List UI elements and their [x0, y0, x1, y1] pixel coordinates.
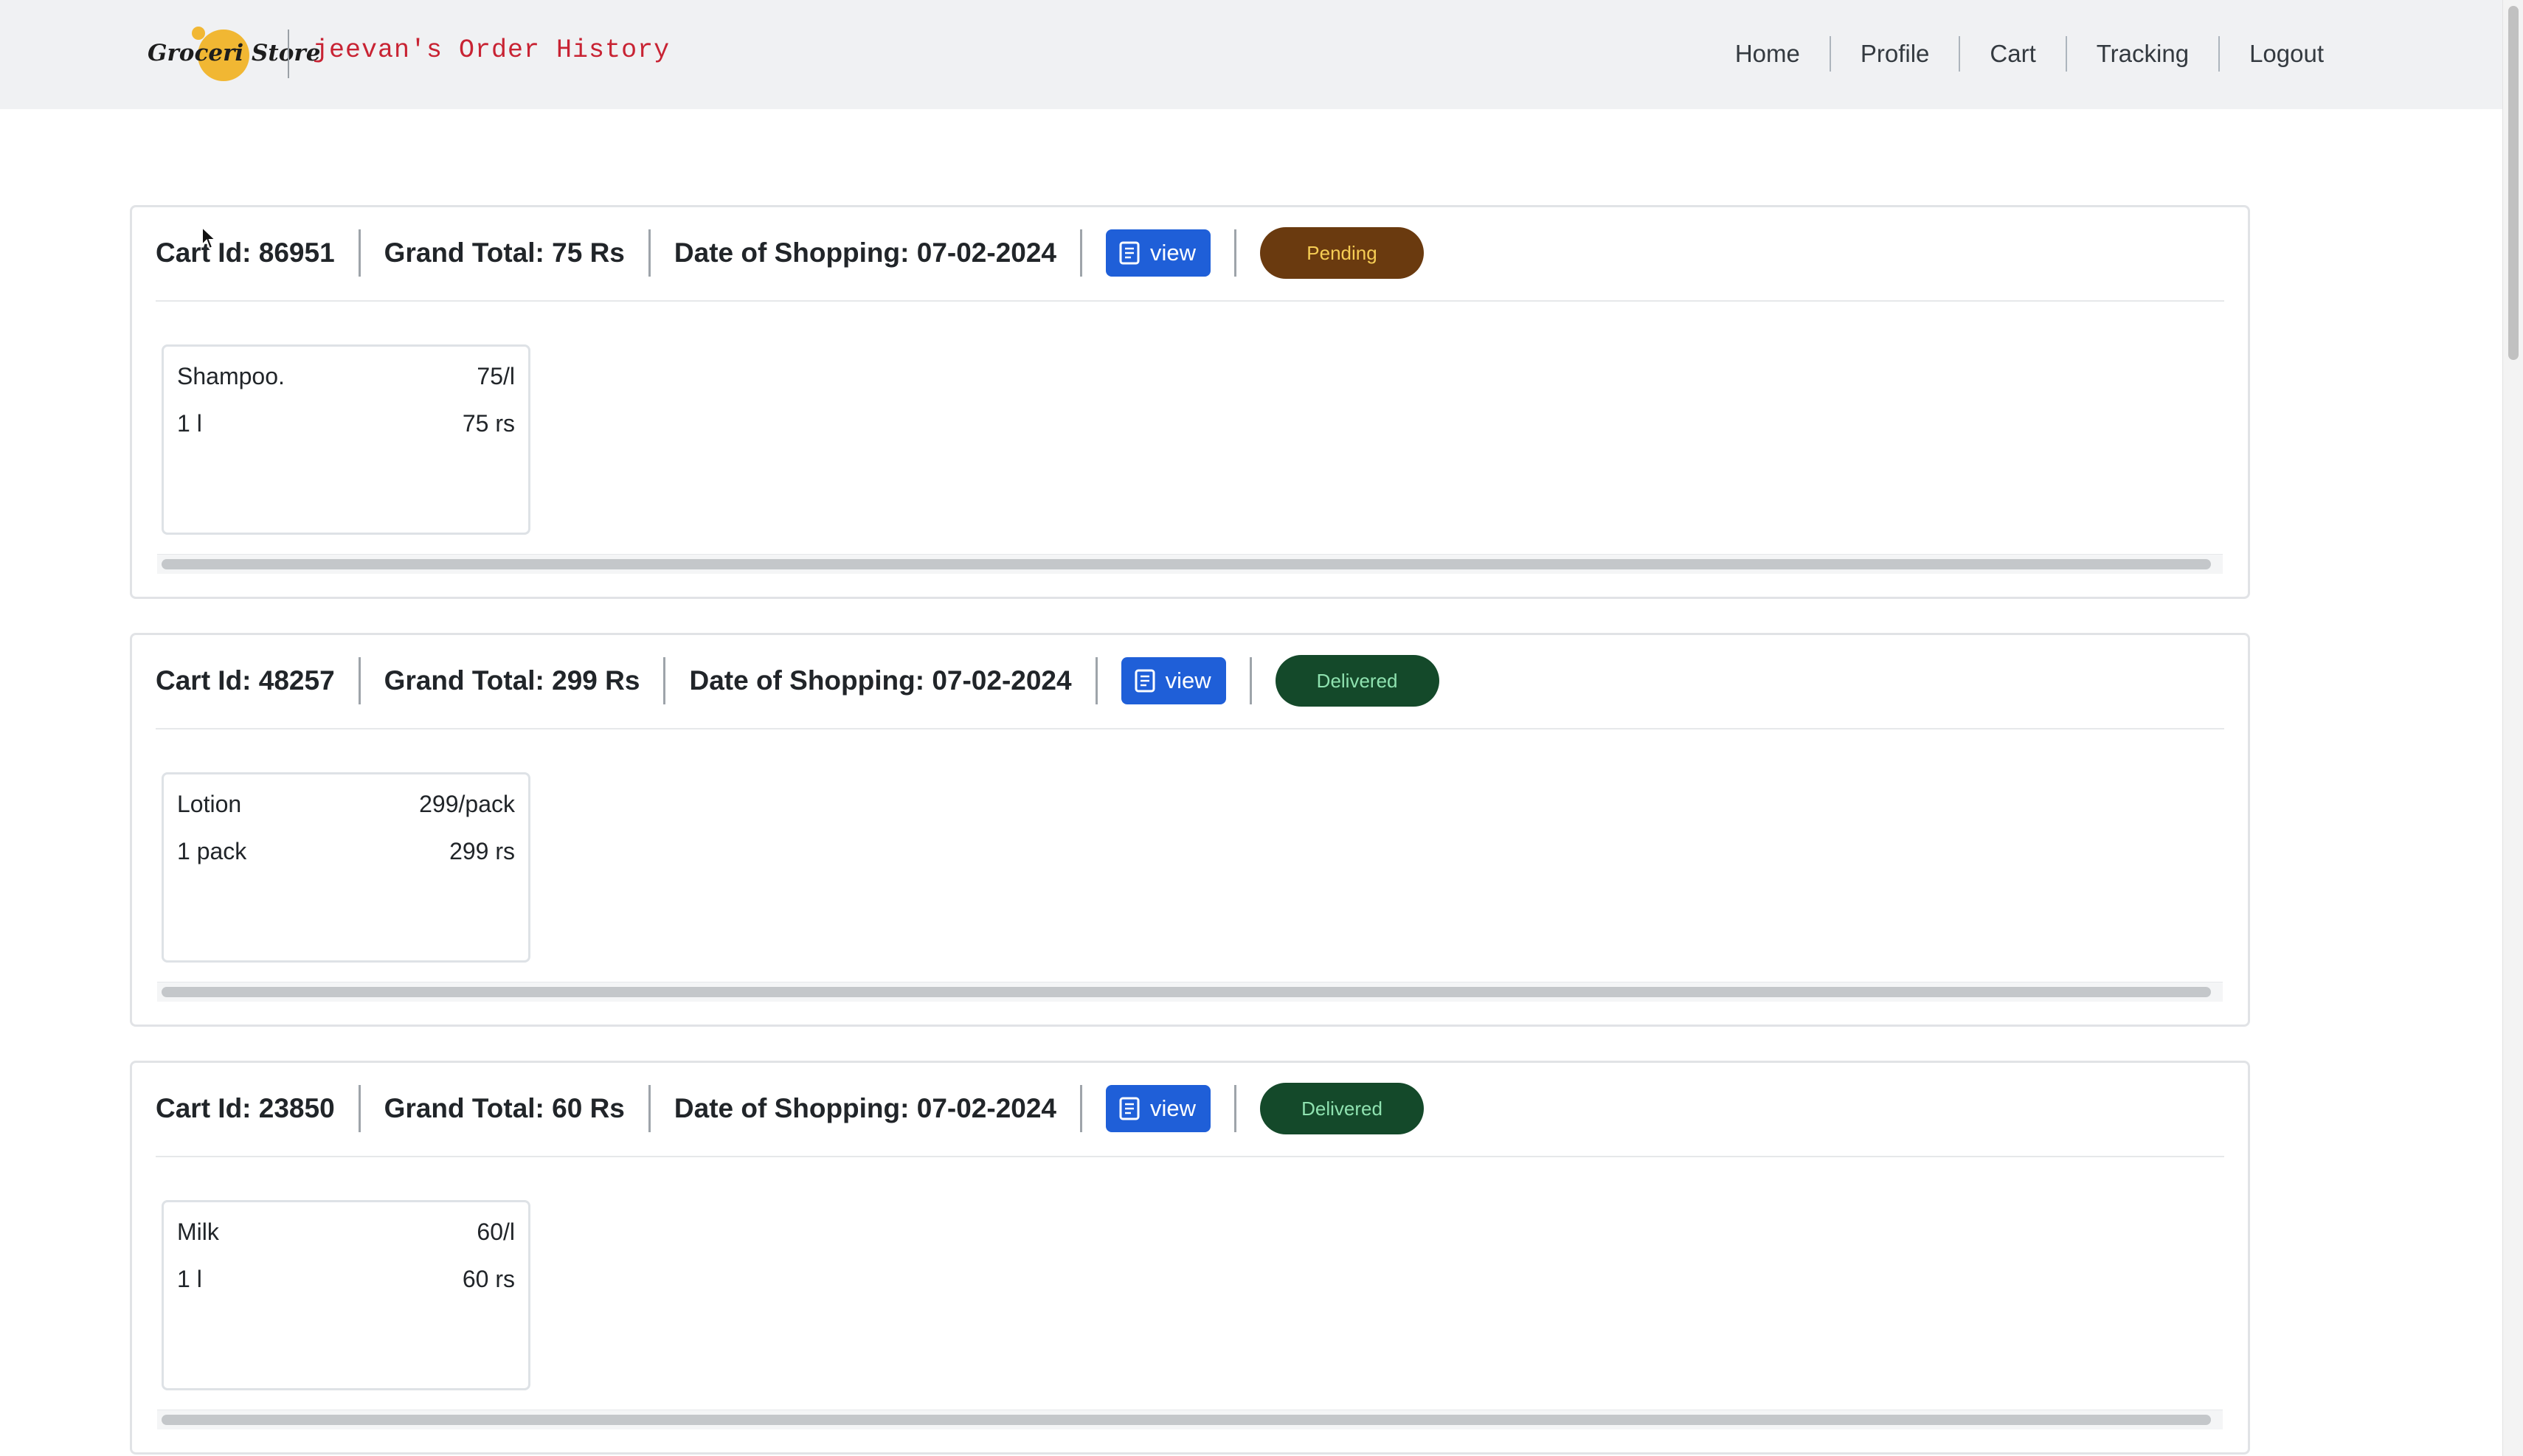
nav-link-profile[interactable]: Profile — [1829, 36, 1959, 72]
navbar: Groceri Store jeevan's Order History Hom… — [0, 0, 2502, 109]
nav-link-home[interactable]: Home — [1706, 27, 1830, 81]
item-quantity: 1 l — [177, 1266, 202, 1292]
item-row-name: Lotion 299/pack — [177, 791, 515, 818]
view-cell: view — [1095, 657, 1250, 704]
order-header: Cart Id: 86951 Grand Total: 75 Rs Date o… — [156, 227, 1447, 279]
status-cell: Delivered — [1234, 1083, 1447, 1134]
nav-link-tracking[interactable]: Tracking — [2065, 36, 2218, 72]
items-scrollbar[interactable] — [157, 1410, 2223, 1429]
item-rate: 60/l — [477, 1218, 515, 1245]
order-card: Cart Id: 86951 Grand Total: 75 Rs Date o… — [130, 205, 2250, 599]
items-list: Milk 60/l 1 l 60 rs — [162, 1200, 530, 1390]
item-name: Lotion — [177, 791, 242, 817]
status-cell: Pending — [1234, 227, 1447, 279]
document-icon — [1119, 1097, 1140, 1120]
item-card: Lotion 299/pack 1 pack 299 rs — [162, 772, 530, 963]
order-history-page: Groceri Store jeevan's Order History Hom… — [0, 0, 2502, 1456]
shopping-date: Date of Shopping: 07-02-2024 — [663, 657, 1095, 704]
item-quantity: 1 l — [177, 410, 202, 437]
view-cell: view — [1080, 229, 1234, 277]
nav-link-cart[interactable]: Cart — [1959, 36, 2065, 72]
items-scrollbar-thumb[interactable] — [162, 1415, 2211, 1425]
item-price: 299 rs — [449, 838, 515, 864]
nav-link-logout[interactable]: Logout — [2218, 36, 2324, 72]
item-card: Shampoo. 75/l 1 l 75 rs — [162, 344, 530, 535]
view-button-label: view — [1165, 668, 1211, 693]
navbar-divider — [288, 30, 289, 78]
view-button-label: view — [1150, 240, 1197, 266]
item-price: 75 rs — [462, 410, 515, 437]
cart-id: Cart Id: 23850 — [156, 1093, 335, 1123]
shopping-date: Date of Shopping: 07-02-2024 — [648, 1085, 1080, 1132]
order-card: Cart Id: 23850 Grand Total: 60 Rs Date o… — [130, 1061, 2250, 1455]
item-card: Milk 60/l 1 l 60 rs — [162, 1200, 530, 1390]
page-scrollbar[interactable] — [2502, 0, 2523, 1456]
view-button[interactable]: view — [1106, 229, 1211, 277]
items-list: Lotion 299/pack 1 pack 299 rs — [162, 772, 530, 963]
page-title: jeevan's Order History — [313, 35, 671, 65]
item-row-quantity: 1 pack 299 rs — [177, 838, 515, 865]
logo-small-dot — [192, 27, 205, 40]
view-button[interactable]: view — [1106, 1085, 1211, 1132]
nav-links: Home Profile Cart Tracking Logout — [1706, 27, 2324, 81]
item-rate: 299/pack — [419, 791, 515, 817]
logo-text: Groceri Store — [148, 40, 321, 66]
item-quantity: 1 pack — [177, 838, 247, 864]
status-badge: Delivered — [1260, 1083, 1425, 1134]
view-button[interactable]: view — [1121, 657, 1226, 704]
order-header: Cart Id: 23850 Grand Total: 60 Rs Date o… — [156, 1083, 1447, 1134]
header-divider — [156, 300, 2224, 302]
items-scrollbar-thumb[interactable] — [162, 559, 2211, 569]
items-scrollbar[interactable] — [157, 554, 2223, 574]
order-card: Cart Id: 48257 Grand Total: 299 Rs Date … — [130, 633, 2250, 1027]
document-icon — [1135, 669, 1155, 693]
grand-total: Grand Total: 75 Rs — [358, 229, 648, 277]
items-scrollbar-thumb[interactable] — [162, 987, 2211, 997]
status-cell: Delivered — [1249, 655, 1463, 707]
header-divider — [156, 728, 2224, 729]
item-rate: 75/l — [477, 363, 515, 389]
grand-total: Grand Total: 299 Rs — [358, 657, 664, 704]
view-cell: view — [1080, 1085, 1234, 1132]
item-row-name: Shampoo. 75/l — [177, 363, 515, 390]
grand-total: Grand Total: 60 Rs — [358, 1085, 648, 1132]
item-row-name: Milk 60/l — [177, 1218, 515, 1246]
item-price: 60 rs — [462, 1266, 515, 1292]
cart-id: Cart Id: 48257 — [156, 665, 335, 696]
status-badge: Delivered — [1275, 655, 1439, 707]
document-icon — [1119, 241, 1140, 265]
status-badge: Pending — [1260, 227, 1425, 279]
view-button-label: view — [1150, 1095, 1197, 1121]
groceri-store-logo[interactable]: Groceri Store — [145, 27, 320, 83]
item-name: Milk — [177, 1218, 219, 1245]
item-row-quantity: 1 l 60 rs — [177, 1266, 515, 1293]
item-row-quantity: 1 l 75 rs — [177, 410, 515, 437]
cart-id: Cart Id: 86951 — [156, 238, 335, 268]
items-scrollbar[interactable] — [157, 982, 2223, 1002]
order-header: Cart Id: 48257 Grand Total: 299 Rs Date … — [156, 655, 1463, 707]
mouse-pointer-icon — [201, 226, 217, 250]
page-scrollbar-thumb[interactable] — [2508, 6, 2519, 360]
shopping-date: Date of Shopping: 07-02-2024 — [648, 229, 1080, 277]
items-list: Shampoo. 75/l 1 l 75 rs — [162, 344, 530, 535]
header-divider — [156, 1156, 2224, 1157]
item-name: Shampoo. — [177, 363, 285, 389]
